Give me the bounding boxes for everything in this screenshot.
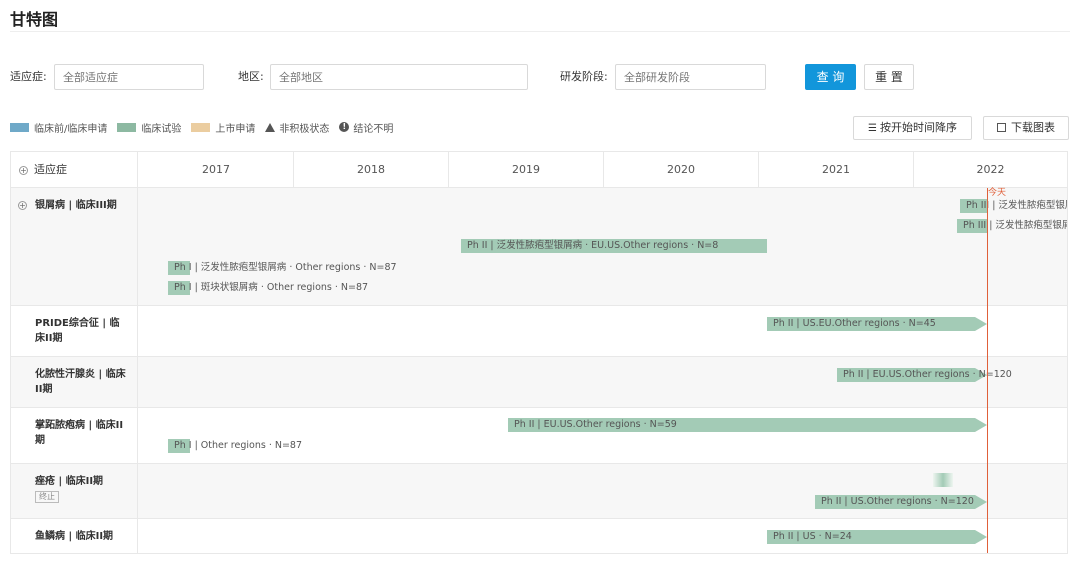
gantt-row-ichthyosis: 鱼鳞病 | 临床II期 Ph II | US · N=24: [11, 519, 1067, 553]
legend-item-preclinical: 临床前/临床申请: [10, 120, 107, 135]
gantt-row-hidradenitis: 化脓性汗腺炎 | 临床II期 Ph II | EU.US.Other regio…: [11, 357, 1067, 408]
year-column: 2019: [449, 152, 604, 188]
gantt-header-indication[interactable]: + 适应症: [11, 152, 138, 188]
legend-label: 临床试验: [141, 123, 182, 135]
gantt-bar[interactable]: Ph II | US.EU.Other regions · N=45: [767, 317, 987, 331]
legend-item-inconclusive: ! 结论不明: [339, 120, 393, 135]
legend-swatch: [191, 122, 211, 132]
query-button[interactable]: 查 询: [805, 64, 856, 90]
gantt-bar-label: Ph III | 泛发性脓疱型银屑病: [966, 200, 1067, 211]
legend-swatch: [117, 122, 137, 132]
region-label: 地区:: [238, 70, 264, 83]
legend-label: 非积极状态: [279, 123, 330, 135]
today-line: [987, 188, 988, 553]
gantt-header-label: 适应症: [34, 163, 67, 176]
triangle-icon: [265, 122, 276, 132]
legend: 临床前/临床申请 临床试验 上市申请 非积极状态 ! 结论不明: [10, 120, 403, 135]
legend-label: 临床前/临床申请: [34, 123, 108, 135]
gantt-row-label: PRIDE综合征 | 临床II期: [11, 306, 138, 356]
gantt-bar[interactable]: Ph II | US · N=24: [767, 530, 987, 544]
gantt-row-label: 化脓性汗腺炎 | 临床II期: [11, 357, 138, 407]
list-sort-icon: ☰: [868, 123, 877, 134]
sort-label: 按开始时间降序: [879, 121, 957, 134]
row-label-text: 痤疮 | 临床II期: [35, 476, 104, 487]
sort-button[interactable]: ☰ 按开始时间降序: [853, 116, 972, 140]
year-column: 2022: [976, 163, 1005, 176]
year-column: 2017: [139, 152, 294, 188]
gantt-row-psoriasis: + 银屑病 | 临床III期 Ph III | 泛发性脓疱型银屑病 Ph III…: [11, 188, 1067, 306]
gantt-row-pride: PRIDE综合征 | 临床II期 Ph II | US.EU.Other reg…: [11, 306, 1067, 357]
image-download-icon: [997, 123, 1006, 132]
gantt-row-label: 鱼鳞病 | 临床II期: [11, 519, 138, 553]
gantt-marker: [933, 473, 953, 487]
gantt-header: + 适应症 2017 2018 2019 2020 2021 2022: [11, 152, 1067, 188]
year-column: 2018: [294, 152, 449, 188]
legend-label: 结论不明: [353, 123, 394, 135]
reset-button[interactable]: 重 置: [864, 64, 914, 90]
terminated-badge: 终止: [35, 491, 59, 503]
gantt-bar[interactable]: Ph II | EU.US.Other regions · N=59: [508, 418, 987, 432]
gantt-bar[interactable]: Ph II | US.Other regions · N=120: [815, 495, 987, 509]
gantt-row-acne: 痤疮 | 临床II期 终止 Ph II | US.Other regions ·…: [11, 464, 1067, 519]
download-chart-button[interactable]: 下载图表: [983, 116, 1069, 140]
region-select[interactable]: [270, 64, 528, 90]
legend-item-clinical: 临床试验: [117, 120, 181, 135]
gantt-bar-label: Ph III | 泛发性脓疱型银屑病: [963, 220, 1067, 231]
gantt-bar[interactable]: Ph II | 泛发性脓疱型银屑病 · EU.US.Other regions …: [461, 239, 767, 253]
gantt-chart: + 适应症 2017 2018 2019 2020 2021 2022 + 银屑…: [10, 151, 1068, 554]
legend-item-marketing: 上市申请: [191, 120, 255, 135]
gantt-bar-label: Ph I | 斑块状银屑病 · Other regions · N=87: [174, 282, 369, 293]
phase-label: 研发阶段:: [560, 70, 608, 83]
expand-icon[interactable]: +: [19, 165, 28, 175]
page-title: 甘特图: [10, 10, 59, 29]
row-label-text: 银屑病 | 临床III期: [35, 200, 117, 211]
gantt-row-palmoplantar: 掌跖脓疱病 | 临床II期 Ph II | EU.US.Other region…: [11, 408, 1067, 464]
phase-select[interactable]: [615, 64, 766, 90]
legend-swatch: [10, 122, 29, 132]
year-column: 2020: [604, 152, 759, 188]
year-column: 2021: [759, 152, 914, 188]
gantt-bar-label: Ph I | Other regions · N=87: [174, 440, 303, 451]
today-label: 今天: [988, 188, 1007, 198]
gantt-row-label: 掌跖脓疱病 | 临床II期: [11, 408, 138, 463]
legend-item-inactive: 非积极状态: [265, 120, 329, 135]
gantt-row-label: 痤疮 | 临床II期 终止: [11, 464, 138, 518]
gantt-bar-label: Ph I | 泛发性脓疱型银屑病 · Other regions · N=87: [174, 262, 397, 273]
indication-select[interactable]: [54, 64, 204, 90]
title-divider: [10, 31, 1070, 32]
gantt-row-label: + 银屑病 | 临床III期: [11, 188, 138, 305]
exclamation-circle-icon: !: [339, 122, 350, 132]
download-label: 下载图表: [1011, 121, 1055, 134]
legend-label: 上市申请: [215, 123, 256, 135]
indication-label: 适应症:: [10, 70, 47, 83]
expand-icon[interactable]: +: [18, 201, 27, 210]
